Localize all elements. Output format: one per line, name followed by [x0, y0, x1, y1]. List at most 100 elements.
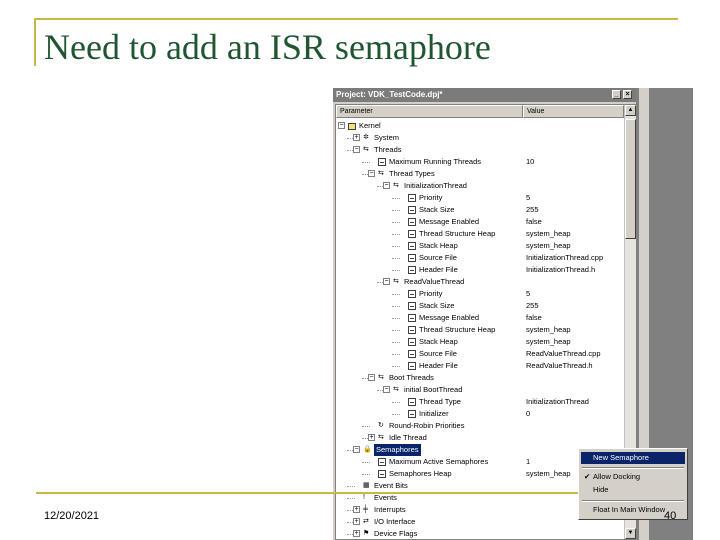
tree-row[interactable]: Source File InitializationThread.cpp	[336, 252, 624, 264]
tree-row[interactable]: − ⇆ ReadValueThread	[336, 276, 624, 288]
slide-date: 12/20/2021	[44, 510, 100, 522]
tree-row-label: Maximum Running Threads	[389, 157, 481, 166]
tree-row[interactable]: ↻ Round-Robin Priorities	[336, 420, 624, 432]
collapse-icon[interactable]: −	[368, 374, 375, 381]
folder-icon	[348, 123, 356, 130]
tree-row[interactable]: Maximum Running Threads 10	[336, 156, 624, 168]
menu-item-hide[interactable]: Hide	[581, 484, 685, 496]
tree-row[interactable]: − ⇆ Thread Types	[336, 168, 624, 180]
expand-icon[interactable]: +	[353, 134, 360, 141]
property-icon	[408, 242, 416, 250]
tree-row-label: Stack Size	[419, 205, 455, 214]
thread-icon: ⇆	[393, 182, 399, 189]
collapse-icon[interactable]: −	[368, 170, 375, 177]
tree-row[interactable]: Stack Size 255	[336, 300, 624, 312]
collapse-icon[interactable]: −	[338, 122, 345, 129]
tree-row[interactable]: − Kernel	[336, 120, 624, 132]
tree-row-label: Thread Structure Heap	[419, 229, 496, 238]
tree-row-value: ReadValueThread.cpp	[526, 349, 601, 358]
expand-icon[interactable]: +	[353, 530, 360, 537]
tree-row-label: Priority	[419, 193, 443, 202]
column-header-value[interactable]: Value	[523, 105, 624, 118]
tree-row-label: Source File	[419, 253, 457, 262]
minimize-icon[interactable]: _	[612, 90, 621, 99]
property-icon	[408, 362, 416, 370]
tree-row[interactable]: Stack Heap system_heap	[336, 336, 624, 348]
tree-row[interactable]: Priority 5	[336, 288, 624, 300]
tree-row[interactable]: Header File InitializationThread.h	[336, 264, 624, 276]
thread-icon: ⇆	[378, 434, 384, 441]
tree-connector	[392, 342, 400, 343]
tree-row[interactable]: Thread Type InitializationThread	[336, 396, 624, 408]
thread-icon: ⇆	[393, 278, 399, 285]
tree-row[interactable]: Thread Structure Heap system_heap	[336, 228, 624, 240]
tree-row[interactable]: Stack Heap system_heap	[336, 240, 624, 252]
tree-row[interactable]: − ⇆ Boot Threads	[336, 372, 624, 384]
tree-row[interactable]: + ✲ System	[336, 132, 624, 144]
tree-row-value: false	[526, 313, 542, 322]
tree-row[interactable]: − ⇆ Threads	[336, 144, 624, 156]
tree-connector	[392, 198, 400, 199]
close-icon[interactable]: ×	[623, 90, 632, 99]
tree-row[interactable]: + ⚑ Device Flags	[336, 528, 624, 540]
property-icon	[408, 254, 416, 262]
tree-row-value: 255	[526, 301, 539, 310]
tree-row[interactable]: Header File ReadValueThread.h	[336, 360, 624, 372]
tree-row-label: Interrupts	[374, 505, 406, 514]
menu-item-new-semaphore[interactable]: New Semaphore	[581, 452, 685, 464]
tree-connector	[392, 270, 400, 271]
collapse-icon[interactable]: −	[383, 278, 390, 285]
tree-row[interactable]: Thread Structure Heap system_heap	[336, 324, 624, 336]
tree-row[interactable]: − ⇆ initial BootThread	[336, 384, 624, 396]
collapse-icon[interactable]: −	[353, 446, 360, 453]
tree-row-label: ReadValueThread	[404, 277, 465, 286]
expand-icon[interactable]: +	[353, 518, 360, 525]
property-icon	[408, 338, 416, 346]
tree-row-label: Event Bits	[374, 481, 408, 490]
tree-row-label: Stack Size	[419, 301, 455, 310]
tree-row-label: Device Flags	[374, 529, 418, 538]
tree-connector	[392, 402, 400, 403]
tree-connector	[392, 258, 400, 259]
tree-row[interactable]: Initializer 0	[336, 408, 624, 420]
gear-icon: ✲	[363, 134, 369, 141]
scroll-thumb[interactable]	[625, 119, 636, 239]
tree-row[interactable]: Source File ReadValueThread.cpp	[336, 348, 624, 360]
tree-row-value: 10	[526, 157, 535, 166]
collapse-icon[interactable]: −	[353, 146, 360, 153]
menu-item-label: Allow Docking	[593, 472, 641, 481]
tree-connector	[392, 330, 400, 331]
collapse-icon[interactable]: −	[383, 386, 390, 393]
tree-row-value: ReadValueThread.h	[526, 361, 593, 370]
tree-row-label: Header File	[419, 265, 458, 274]
tree-row-value: 5	[526, 289, 531, 298]
tree-row[interactable]: Message Enabled false	[336, 312, 624, 324]
scroll-up-icon[interactable]: ▲	[625, 105, 636, 116]
tree-row[interactable]: + ⇆ Idle Thread	[336, 432, 624, 444]
thread-icon: ⇆	[393, 386, 399, 393]
scroll-down-icon[interactable]: ▼	[625, 528, 636, 539]
expand-icon[interactable]: +	[353, 506, 360, 513]
tree-row[interactable]: Message Enabled false	[336, 216, 624, 228]
tree-row-label: initial BootThread	[404, 385, 463, 394]
tree-row[interactable]: − ⇆ InitializationThread	[336, 180, 624, 192]
tree-row-label: Threads	[374, 145, 402, 154]
tree-row[interactable]: Priority 5	[336, 192, 624, 204]
tree-row-label: Semaphores Heap	[389, 469, 452, 478]
property-icon	[408, 206, 416, 214]
tree-row-value: InitializationThread	[526, 397, 589, 406]
tree-connector	[347, 486, 355, 487]
menu-item-allow-docking[interactable]: ✔ Allow Docking	[581, 471, 685, 483]
tree-row-value: 255	[526, 205, 539, 214]
title-accent-bar	[34, 18, 36, 66]
collapse-icon[interactable]: −	[383, 182, 390, 189]
menu-item-label: Float In Main Window	[593, 505, 666, 514]
expand-icon[interactable]: +	[368, 434, 375, 441]
window-title: Project: VDK_TestCode.dpj*	[336, 90, 443, 99]
tree-row-value: false	[526, 217, 542, 226]
column-header-parameter[interactable]: Parameter	[336, 105, 523, 118]
tree-row-value: system_heap	[526, 337, 571, 346]
slide-title: Need to add an ISR semaphore	[44, 27, 491, 67]
tree-row[interactable]: Stack Size 255	[336, 204, 624, 216]
menu-item-label: Hide	[593, 485, 609, 494]
